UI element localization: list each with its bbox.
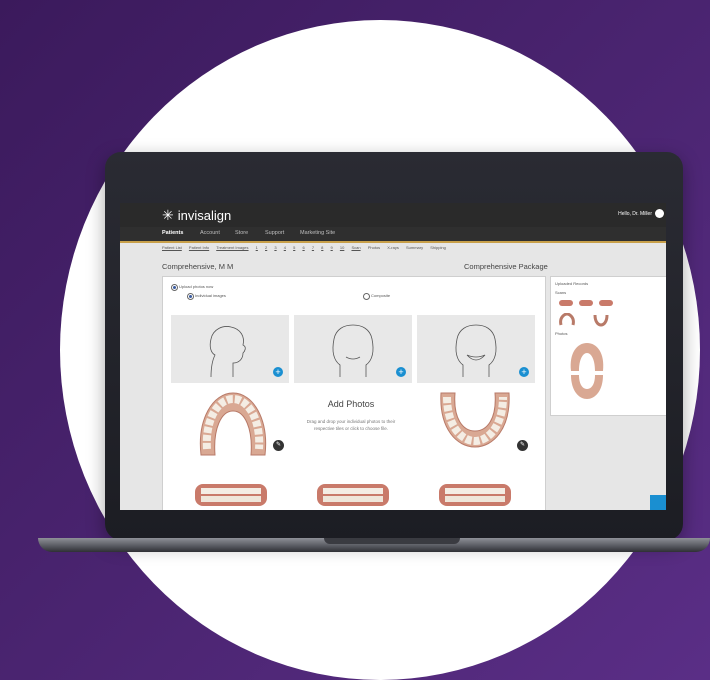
subnav-step-4[interactable]: 4 xyxy=(284,245,286,250)
radio-individual[interactable] xyxy=(187,293,194,300)
bite-left-image xyxy=(439,484,511,506)
photo-bite-front[interactable] xyxy=(313,480,393,510)
scan-arch-thumbnails[interactable] xyxy=(557,313,617,327)
patient-name: Comprehensive, M M xyxy=(162,262,234,271)
logo-text: invisalign xyxy=(177,208,232,223)
photo-lower-arch[interactable] xyxy=(435,389,515,451)
radio-composite[interactable] xyxy=(363,293,370,300)
subnav-step-1[interactable]: 1 xyxy=(256,245,258,250)
subnav-treatment-images[interactable]: Treatment Images xyxy=(216,245,248,250)
add-photo-button[interactable]: + xyxy=(519,367,529,377)
app-logo[interactable]: ✳ invisalign xyxy=(162,207,231,224)
nav-support[interactable]: Support xyxy=(265,230,284,236)
nav-account[interactable]: Account xyxy=(200,230,220,236)
add-photos-title: Add Photos xyxy=(327,399,375,409)
app-screen: ✳ invisalign Hello, Dr. Miller Patients … xyxy=(120,203,666,510)
greeting-text: Hello, Dr. Miller xyxy=(618,211,652,217)
feedback-tab[interactable] xyxy=(650,495,666,510)
uploaded-records-panel: Uploaded Records Scans Photos xyxy=(550,276,666,416)
photo-upper-arch[interactable] xyxy=(193,389,273,459)
smile-face-icon xyxy=(455,324,497,377)
subnav-shipping[interactable]: Shipping xyxy=(430,245,446,250)
add-photo-button[interactable]: + xyxy=(396,367,406,377)
photo-upload-panel: Upload photos now Individual images Comp… xyxy=(162,276,546,510)
profile-face-icon xyxy=(209,326,246,378)
subnav-step-7[interactable]: 7 xyxy=(312,245,314,250)
pencil-icon[interactable]: ✎ xyxy=(517,440,528,451)
photo-slot-profile[interactable]: + xyxy=(171,315,289,383)
user-icon[interactable] xyxy=(655,209,664,218)
sub-nav: Patient List Patient Info Treatment Imag… xyxy=(162,245,452,250)
subnav-step-10[interactable]: 10 xyxy=(340,245,344,250)
photo-thumbnails[interactable] xyxy=(567,341,607,401)
pencil-icon[interactable]: ✎ xyxy=(273,440,284,451)
individual-label: Individual images xyxy=(195,293,226,298)
add-photo-button[interactable]: + xyxy=(273,367,283,377)
package-name: Comprehensive Package xyxy=(464,262,548,271)
add-photos-description: Drag and drop your individual photos to … xyxy=(306,419,396,431)
nav-marketing-site[interactable]: Marketing Site xyxy=(300,230,335,236)
nav-patients[interactable]: Patients xyxy=(162,230,183,236)
photo-bite-right[interactable] xyxy=(191,480,271,510)
radio-upload-now[interactable] xyxy=(171,284,178,291)
photo-slot-smile[interactable]: + xyxy=(417,315,535,383)
subnav-step-5[interactable]: 5 xyxy=(293,245,295,250)
uploaded-records-title: Uploaded Records xyxy=(555,281,589,286)
subnav-step-2[interactable]: 2 xyxy=(265,245,267,250)
subnav-summary[interactable]: Summary xyxy=(406,245,423,250)
photos-label: Photos xyxy=(555,331,568,336)
photo-bite-left[interactable] xyxy=(435,480,515,510)
subnav-patient-list[interactable]: Patient List xyxy=(162,245,182,250)
bite-right-image xyxy=(195,484,267,506)
composite-label: Composite xyxy=(371,293,391,298)
bite-front-image xyxy=(317,484,389,506)
subnav-step-3[interactable]: 3 xyxy=(274,245,276,250)
upload-now-label: Upload photos now xyxy=(179,284,214,289)
subnav-scan[interactable]: Scan xyxy=(351,245,360,250)
scans-label: Scans xyxy=(555,290,567,295)
photo-slot-front[interactable]: + xyxy=(294,315,412,383)
upper-arch-image xyxy=(199,392,267,456)
subnav-step-9[interactable]: 9 xyxy=(331,245,333,250)
nav-store[interactable]: Store xyxy=(235,230,248,236)
top-bar: ✳ invisalign Hello, Dr. Miller xyxy=(120,203,666,227)
subnav-step-8[interactable]: 8 xyxy=(321,245,323,250)
subnav-patient-info[interactable]: Patient Info xyxy=(189,245,209,250)
subnav-photos[interactable]: Photos xyxy=(368,245,380,250)
front-face-icon xyxy=(332,324,374,377)
main-nav: Patients Account Store Support Marketing… xyxy=(120,227,666,243)
lower-arch-image xyxy=(440,392,510,448)
laptop-notch xyxy=(324,538,460,544)
star-logo-icon: ✳ xyxy=(162,207,174,223)
scan-thumbnails[interactable] xyxy=(557,297,617,309)
subnav-xrays[interactable]: X-rays xyxy=(387,245,399,250)
subnav-step-6[interactable]: 6 xyxy=(302,245,304,250)
